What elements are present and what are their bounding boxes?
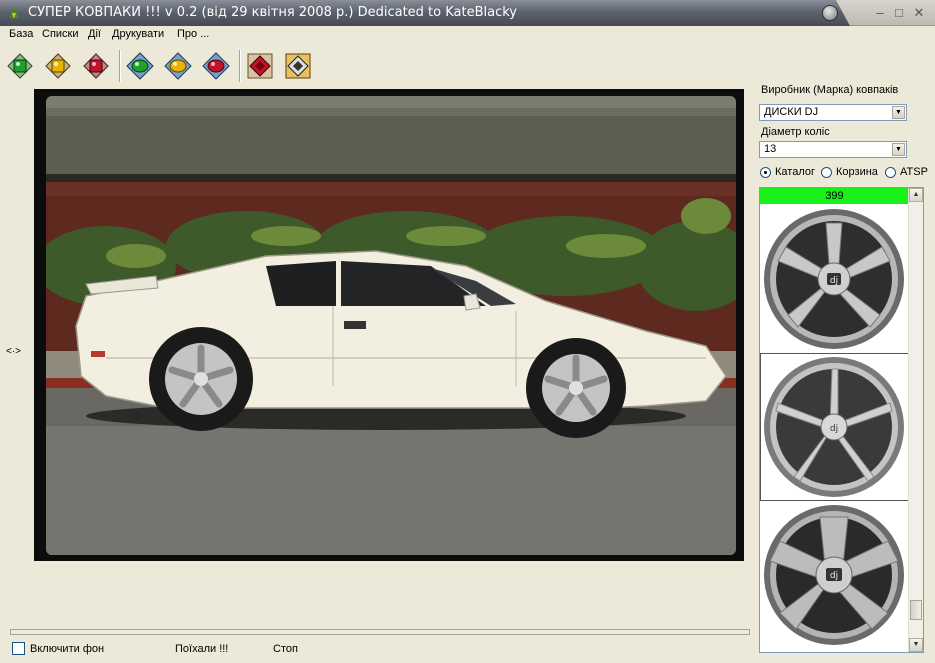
go-button[interactable]: Поїхали !!! [175, 643, 228, 655]
red-gem-icon[interactable] [82, 52, 110, 80]
background-toggle-label: Включити фон [30, 643, 105, 655]
menu-about[interactable]: Про ... [177, 28, 209, 40]
progress-bar [10, 629, 750, 635]
dark-diamond-icon[interactable] [284, 52, 312, 80]
menu-lists[interactable]: Списки [42, 28, 79, 40]
radio-atsp-label: ATSP [900, 166, 928, 178]
yellow-gem-icon[interactable] [44, 52, 72, 80]
radio-basket[interactable]: Корзина [821, 166, 878, 178]
radio-dot[interactable] [885, 166, 896, 178]
wheel-list[interactable]: 399 dj dj dj ▲ ▼ [759, 187, 924, 653]
toolbar-separator [239, 50, 241, 82]
wheel-item[interactable]: dj [760, 353, 909, 501]
nav-arrows[interactable]: <·> [6, 346, 21, 357]
radio-catalog-label: Каталог [775, 166, 815, 178]
green-gem-icon[interactable] [6, 52, 34, 80]
red-pill-icon[interactable] [202, 52, 230, 80]
manufacturer-label: Виробник (Марка) ковпаків [761, 84, 899, 96]
menu-baza[interactable]: База [9, 28, 33, 40]
red-heart-icon[interactable] [246, 52, 274, 80]
wheel-item[interactable]: dj [760, 501, 909, 649]
svg-text:dj: dj [830, 424, 838, 434]
radio-dot[interactable] [821, 166, 832, 178]
diameter-label: Діаметр коліс [761, 126, 830, 138]
svg-text:dj: dj [830, 276, 838, 286]
toolbar-separator [119, 50, 121, 82]
diameter-select[interactable]: 13 ▼ [759, 141, 907, 158]
yellow-pill-icon[interactable] [164, 52, 192, 80]
window-title: СУПЕР КОВПАКИ !!! v 0.2 (від 29 квітня 2… [28, 5, 517, 20]
manufacturer-value: ДИСКИ DJ [764, 106, 819, 118]
chevron-down-icon[interactable]: ▼ [892, 143, 905, 156]
minimize-button[interactable]: – [873, 6, 887, 20]
diameter-value: 13 [764, 143, 777, 155]
radio-dot[interactable] [760, 166, 771, 178]
close-button[interactable]: ✕ [912, 6, 926, 20]
radio-catalog[interactable]: Каталог [760, 166, 815, 178]
count-badge: 399 [760, 188, 909, 204]
title-bar: СУПЕР КОВПАКИ !!! v 0.2 (від 29 квітня 2… [0, 0, 935, 26]
menu-bar: База Списки Дії Друкувати Про ... [0, 26, 935, 44]
theme-icon[interactable] [822, 5, 838, 21]
car-photo [46, 96, 736, 555]
manufacturer-select[interactable]: ДИСКИ DJ ▼ [759, 104, 907, 121]
toolbar [0, 46, 935, 86]
background-checkbox[interactable] [12, 642, 25, 655]
svg-text:dj: dj [830, 571, 838, 581]
wheel-item[interactable]: dj [760, 205, 909, 353]
green-pill-icon[interactable] [126, 52, 154, 80]
view-mode-radios: Каталог Корзина ATSP [760, 166, 932, 180]
list-scrollbar[interactable]: ▲ ▼ [908, 188, 923, 652]
menu-actions[interactable]: Дії [88, 28, 101, 40]
scroll-up-icon[interactable]: ▲ [909, 188, 923, 202]
car-viewer [34, 89, 744, 561]
stop-button[interactable]: Стоп [273, 643, 298, 655]
scroll-thumb[interactable] [910, 600, 922, 620]
chevron-down-icon[interactable]: ▼ [892, 106, 905, 119]
menu-print[interactable]: Друкувати [112, 28, 164, 40]
radio-atsp[interactable]: ATSP [885, 166, 928, 178]
maximize-button[interactable]: □ [892, 6, 906, 20]
scroll-down-icon[interactable]: ▼ [909, 638, 923, 652]
radio-basket-label: Корзина [836, 166, 878, 178]
app-icon [9, 7, 19, 19]
